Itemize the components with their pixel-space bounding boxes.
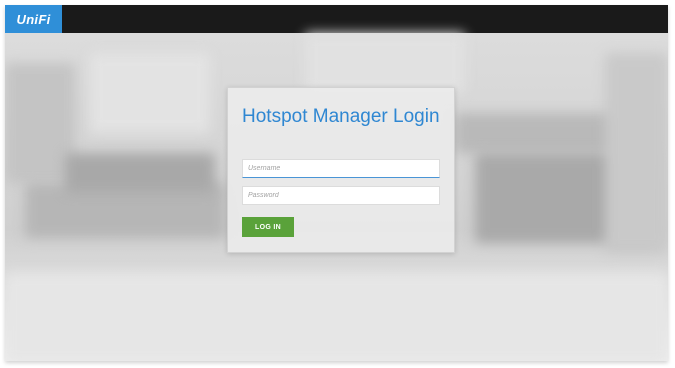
unifi-logo[interactable]: UniFi [5, 5, 62, 33]
logo-text: UniFi [16, 11, 51, 27]
username-input[interactable] [242, 159, 440, 178]
background-shape [605, 53, 668, 253]
top-navigation-bar: UniFi [5, 5, 668, 33]
login-panel: Hotspot Manager Login LOG IN [227, 87, 455, 253]
background-shape [90, 53, 210, 133]
background-shape [305, 33, 465, 93]
page-title: Hotspot Manager Login [242, 106, 440, 127]
login-button[interactable]: LOG IN [242, 217, 294, 237]
background-shape [65, 153, 215, 193]
password-input[interactable] [242, 186, 440, 205]
background-shape [5, 273, 668, 361]
browser-viewport: UniFi Hotspot Manager Login LOG IN [5, 5, 668, 361]
